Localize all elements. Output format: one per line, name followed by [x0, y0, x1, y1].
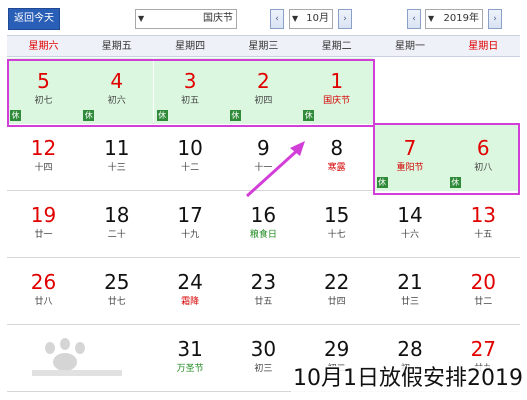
lunar-date: 十六	[400, 230, 419, 240]
day-number: 16	[250, 203, 277, 227]
day-number: 21	[397, 270, 423, 294]
day-cell[interactable]: 18 二十	[80, 192, 153, 258]
prev-month-button[interactable]: ‹	[270, 9, 284, 29]
day-cell[interactable]: 15 十七	[300, 192, 373, 258]
day-cell[interactable]: 12 十四	[7, 125, 80, 191]
lunar-date: 二十	[107, 230, 126, 240]
chevron-down-icon: ▼	[292, 14, 299, 23]
day-cell[interactable]: 20 廿二	[447, 259, 520, 325]
day-number: 24	[177, 270, 203, 294]
lunar-date: 廿三	[400, 297, 419, 307]
day-cell[interactable]: 23 廿五	[227, 259, 300, 325]
lunar-date: 廿五	[254, 297, 273, 307]
weekday-label: 星期四	[175, 41, 206, 52]
lunar-date: 十七	[327, 230, 346, 240]
holiday-frame-week1	[7, 59, 375, 127]
chevron-left-icon: ‹	[412, 14, 416, 24]
day-number: 12	[30, 136, 57, 160]
day-number: 11	[104, 136, 130, 160]
day-number: 29	[323, 337, 350, 361]
lunar-date: 十一	[254, 163, 273, 173]
day-cell[interactable]: 24 霜降	[154, 259, 227, 325]
weekday-label: 星期一	[395, 41, 425, 52]
day-cell[interactable]: 25 廿七	[80, 259, 153, 325]
lunar-date: 粮食日	[249, 230, 277, 240]
day-number: 17	[177, 203, 203, 227]
day-number: 14	[397, 203, 423, 227]
day-number: 27	[470, 337, 497, 361]
day-number: 28	[397, 337, 423, 361]
chevron-left-icon: ‹	[275, 14, 279, 24]
day-cell[interactable]: 19 廿一	[7, 192, 80, 258]
day-number: 22	[323, 270, 350, 294]
lunar-date: 廿八	[34, 297, 53, 307]
day-number: 8	[330, 136, 344, 160]
weekday-label: 星期三	[248, 41, 279, 52]
lunar-date: 十四	[34, 163, 53, 173]
day-cell[interactable]: 26 廿八	[7, 259, 80, 325]
day-number: 18	[104, 203, 130, 227]
day-number: 23	[250, 270, 277, 294]
day-number: 9	[257, 136, 270, 160]
year-select[interactable]: ▼ 2019年	[425, 9, 483, 29]
weekday-label: 星期六	[28, 41, 59, 52]
weekday-label: 星期日	[468, 41, 499, 52]
lunar-date: 廿四	[327, 297, 346, 307]
lunar-date: 万圣节	[176, 364, 204, 374]
chevron-down-icon: ▼	[138, 14, 145, 23]
back-to-today-label: 返回今天	[14, 13, 54, 24]
lunar-date: 廿七	[107, 297, 126, 307]
day-number: 19	[30, 203, 57, 227]
day-cell[interactable]: 22 廿四	[300, 259, 373, 325]
lunar-date: 寒露	[327, 163, 346, 173]
lunar-date: 廿二	[474, 297, 493, 307]
day-cell[interactable]: 8 寒露	[300, 125, 373, 191]
day-number: 26	[30, 270, 57, 294]
day-cell[interactable]: 10 十二	[154, 125, 227, 191]
day-cell[interactable]: 21 廿三	[374, 259, 447, 325]
chevron-right-icon: ›	[343, 14, 347, 24]
weekday-label: 星期五	[101, 41, 132, 52]
lunar-date: 十五	[474, 230, 493, 240]
day-number: 30	[250, 337, 277, 361]
prev-year-button[interactable]: ‹	[407, 9, 421, 29]
chevron-down-icon: ▼	[428, 14, 435, 23]
holiday-select-value: 国庆节	[203, 13, 233, 24]
chevron-right-icon: ›	[493, 14, 497, 24]
day-cell[interactable]: 30 初三	[227, 326, 300, 392]
day-number: 10	[177, 136, 203, 160]
day-cell[interactable]: 14 十六	[374, 192, 447, 258]
day-number: 25	[104, 270, 130, 294]
lunar-date: 十九	[181, 230, 200, 240]
weekday-label: 星期二	[321, 41, 352, 52]
holiday-select[interactable]: ▼ 国庆节	[135, 9, 237, 29]
month-select[interactable]: ▼ 10月	[289, 9, 333, 29]
lunar-date: 初三	[254, 364, 273, 374]
page-caption: 10月1日放假安排2019	[291, 366, 525, 392]
day-cell[interactable]: 16 粮食日	[227, 192, 300, 258]
lunar-date: 霜降	[181, 297, 200, 307]
day-number: 13	[470, 203, 497, 227]
month-select-value: 10月	[306, 13, 329, 24]
day-number: 15	[323, 203, 350, 227]
calendar-toolbar: 返回今天 ▼ 国庆节 ‹ ▼ 10月 › ‹ ▼ 2019年 ›	[0, 0, 527, 35]
year-select-value: 2019年	[443, 13, 479, 24]
next-year-button[interactable]: ›	[488, 9, 502, 29]
lunar-date: 廿一	[34, 230, 53, 240]
day-cell[interactable]: 11 十三	[80, 125, 153, 191]
weekday-header: 星期六 星期五 星期四 星期三 星期二 星期一 星期日	[7, 35, 520, 57]
day-number: 31	[177, 337, 203, 361]
day-cell[interactable]: 31 万圣节	[154, 326, 227, 392]
lunar-date: 十三	[107, 163, 126, 173]
holiday-frame-week2	[372, 123, 521, 195]
day-number: 20	[470, 270, 497, 294]
day-cell[interactable]: 13 十五	[447, 192, 520, 258]
back-to-today-button[interactable]: 返回今天	[8, 8, 60, 30]
day-cell[interactable]: 9 十一	[227, 125, 300, 191]
next-month-button[interactable]: ›	[338, 9, 352, 29]
day-cell[interactable]: 17 十九	[154, 192, 227, 258]
lunar-date: 十二	[181, 163, 200, 173]
baidu-watermark-logo	[32, 338, 122, 376]
